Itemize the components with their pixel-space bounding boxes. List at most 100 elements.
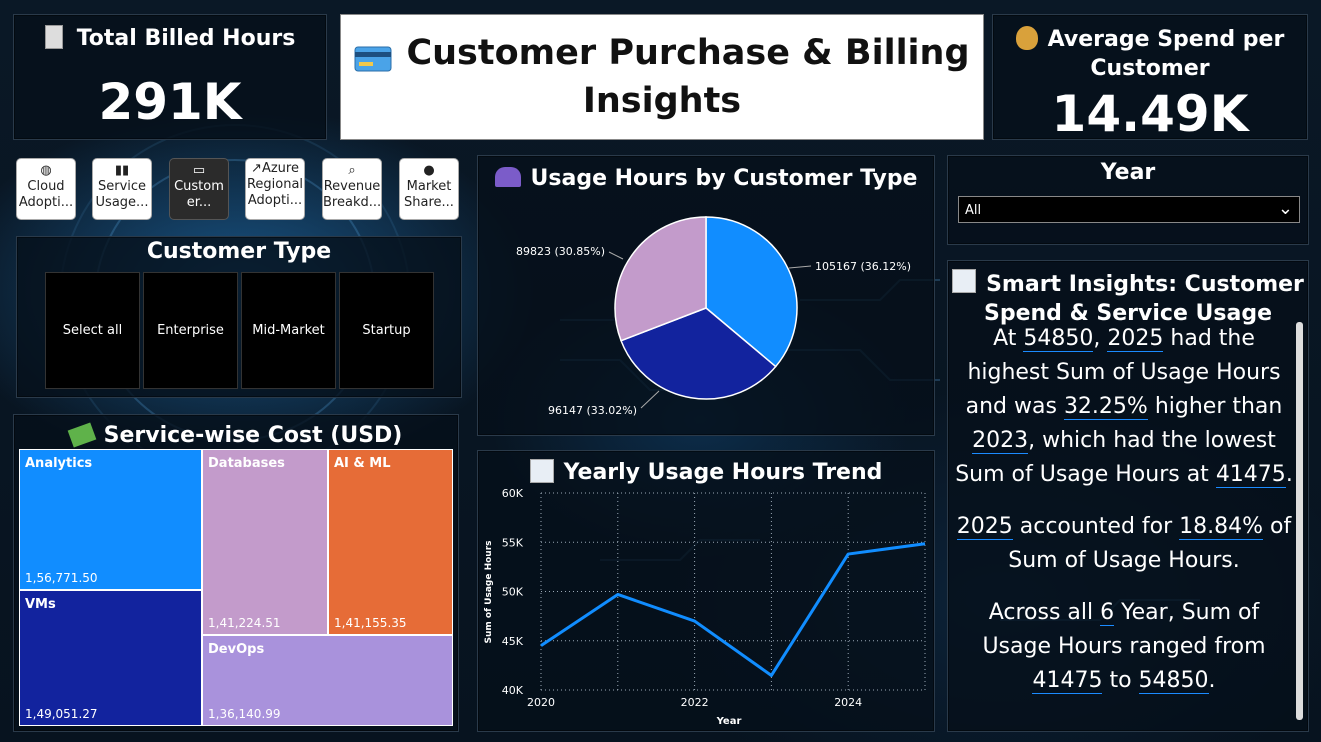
nav-label: Azure [261,161,299,176]
credit-card-icon: ▭ [192,163,206,178]
highlight-value: 54850 [1023,326,1094,352]
nav-label: Custom [174,179,224,194]
service-cost-title-text: Service-wise Cost (USD) [103,423,403,448]
pie-leader-line [640,390,660,409]
kpi-average-spend-card: Average Spend per Customer 14.49K [992,14,1308,143]
year-dropdown[interactable]: All ⌄ [958,196,1300,223]
treemap-tile-vms[interactable]: VMs 1,49,051.27 [19,590,202,726]
nav-button-revenue-breakdown[interactable]: ⌕ Revenue Breakd... [322,158,382,220]
pie-data-label: 105167 (36.12%) [815,260,911,273]
nav-button-azure-regional-adoption[interactable]: ↗Azure Regional Adopti... [245,158,305,220]
treemap-tile-analytics[interactable]: Analytics 1,56,771.50 [19,449,202,590]
insights-scrollbar[interactable] [1296,322,1303,720]
text: . [1208,668,1216,693]
nav-label: Adopti... [18,195,74,210]
highlight-value: 2025 [1107,326,1164,352]
y-tick-label: 40K [502,684,524,697]
insights-title-line1: Smart Insights: Customer [986,272,1304,297]
year-dropdown-value: All [965,203,982,218]
x-tick-label: 2024 [834,696,862,709]
pie-chart: 105167 (36.12%) 96147 (33.02%) 89823 (30.8… [516,216,911,417]
customer-type-title: Customer Type [146,239,332,264]
insight-paragraph: Across all 6 Year, Sum of Usage Hours ra… [952,596,1296,698]
year-filter-title: Year [1100,160,1156,185]
nav-label: Service [97,179,147,194]
money-with-wings-icon [67,422,96,448]
treemap-label: AI & ML [334,456,391,471]
nav-label: Share... [404,195,454,210]
treemap-tile-ai-ml[interactable]: AI & ML 1,41,155.35 [328,449,453,635]
service-cost-title: Service-wise Cost (USD) [14,422,458,448]
slicer-option-select-all[interactable]: Select all [45,272,140,389]
line-chart-icon: ↗ [251,161,262,176]
slicer-option-startup[interactable]: Startup [339,272,434,389]
treemap-value: 1,41,155.35 [334,616,407,630]
kpi-average-spend-title: Average Spend per Customer [993,25,1307,83]
nav-button-market-share[interactable]: ● Market Share... [399,158,459,220]
treemap-label: DevOps [208,642,265,657]
treemap-label: Databases [208,456,285,471]
text: higher than [1147,394,1283,419]
dashboard-title-card: Customer Purchase & Billing Insights [340,14,984,140]
x-tick-label: 2020 [527,696,555,709]
smart-insights-text: At 54850, 2025 had the highest Sum of Us… [952,322,1296,716]
nav-button-cloud-adoption[interactable]: ◍ Cloud Adopti... [16,158,76,220]
bar-chart-icon: ▮▮ [114,163,130,178]
nav-button-customer[interactable]: ▭ Custom er... [169,158,229,220]
receipt-icon [44,25,63,49]
highlight-value: 6 [1100,600,1115,626]
highlight-value: 54850 [1138,668,1209,694]
credit-card-icon [354,37,392,72]
highlight-value: 41475 [1215,462,1286,488]
magnifier-icon: ⌕ [348,163,356,178]
money-bag-icon [1015,26,1038,50]
kpi-average-spend-value: 14.49K [1051,85,1249,143]
treemap-value: 1,36,140.99 [208,707,281,721]
globe-icon: ◍ [40,163,52,178]
nav-label: Regional [246,177,304,192]
treemap-label: Analytics [25,456,93,471]
highlight-value: 2025 [956,514,1013,540]
treemap-tile-databases[interactable]: Databases 1,41,224.51 [202,449,328,635]
bar-chart-icon [952,269,977,293]
slicer-option-enterprise[interactable]: Enterprise [143,272,238,389]
treemap-value: 1,56,771.50 [25,571,98,585]
text: At [993,326,1024,351]
usage-hours-line[interactable] [540,542,926,677]
nav-button-service-usage[interactable]: ▮▮ Service Usage... [92,158,152,220]
smart-insights-title: Smart Insights: Customer Spend & Service… [948,269,1308,328]
highlight-value: 2023 [972,428,1029,454]
text: Across all [988,600,1101,625]
line-chart: 60K 55K 50K 45K 40K2020 2022 2024 Year Sum of Us… [484,487,926,727]
text: , [1093,326,1108,351]
page-title-line2: Insights [582,81,742,121]
nav-label: er... [186,195,212,210]
kpi-billed-title-text: Total Billed Hours [76,26,296,51]
slicer-option-mid-market[interactable]: Mid-Market [241,272,336,389]
insight-paragraph: 2025 accounted for 18.84% of Sum of Usag… [952,510,1296,578]
nav-label: Breakd... [323,195,382,210]
highlight-value: 32.25% [1063,394,1148,420]
kpi-total-billed-hours-title: Total Billed Hours [14,25,326,51]
nav-label: Usage... [95,195,149,210]
kpi-spend-title-line1: Average Spend per [1047,27,1285,52]
pie-data-label: 96147 (33.02%) [548,404,637,417]
kpi-total-billed-hours-value: 291K [98,73,242,131]
treemap-label: VMs [25,597,56,612]
treemap-value: 1,41,224.51 [208,616,281,630]
treemap-tile-devops[interactable]: DevOps 1,36,140.99 [202,635,453,726]
text: . [1285,462,1293,487]
page-title-line1: Customer Purchase & Billing [406,33,970,73]
y-tick-label: 60K [502,487,524,500]
nav-label: Cloud [27,179,65,194]
earth-icon: ● [423,163,435,178]
nav-label: Adopti... [247,193,303,208]
insight-paragraph: At 54850, 2025 had the highest Sum of Us… [952,322,1296,492]
chevron-down-icon: ⌄ [1277,198,1293,219]
kpi-spend-title-line2: Customer [1090,56,1210,81]
text: to [1102,668,1139,693]
y-axis-title: Sum of Usage Hours [484,541,494,644]
highlight-value: 18.84% [1179,514,1264,540]
kpi-total-billed-hours-card: Total Billed Hours 291K [13,14,327,140]
page-title: Customer Purchase & Billing Insights [354,29,970,125]
